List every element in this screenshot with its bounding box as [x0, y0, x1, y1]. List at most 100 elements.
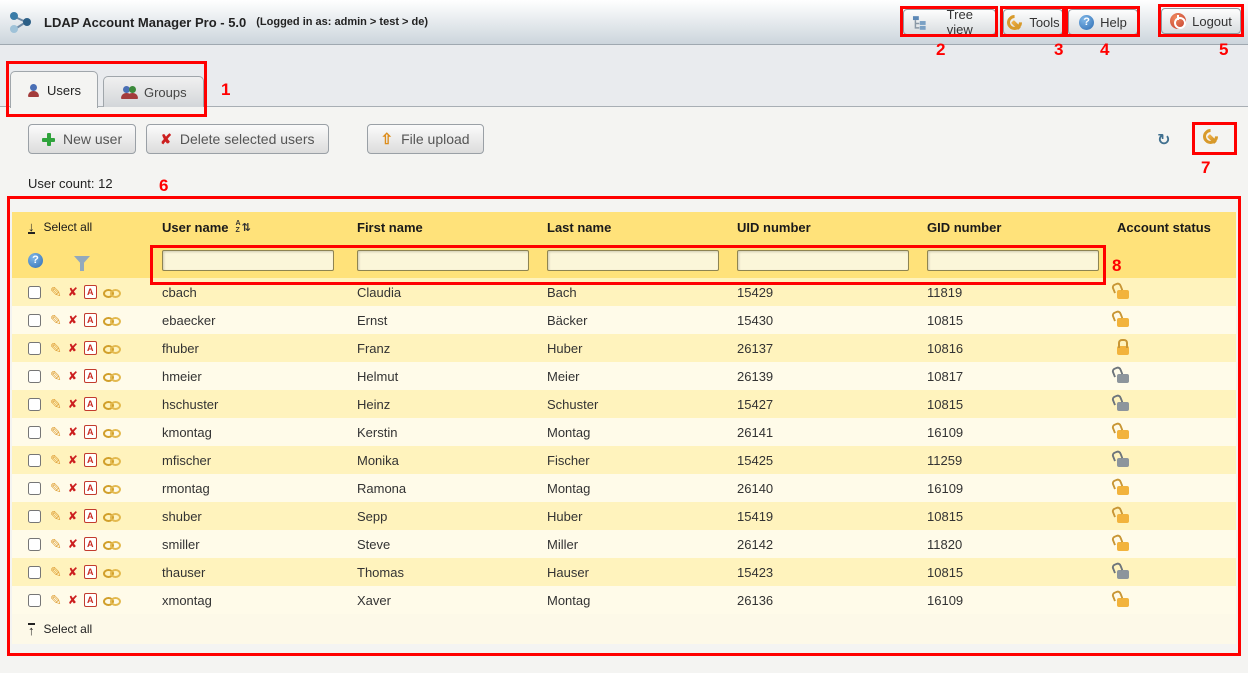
- delete-selected-users-button[interactable]: ✘ Delete selected users: [146, 124, 328, 154]
- pdf-export-icon[interactable]: A: [84, 593, 97, 607]
- change-password-icon[interactable]: [103, 371, 120, 382]
- row-select-checkbox[interactable]: [28, 538, 41, 551]
- row-select-checkbox[interactable]: [28, 342, 41, 355]
- pdf-export-icon[interactable]: A: [84, 369, 97, 383]
- file-upload-button[interactable]: ⇧ File upload: [367, 124, 484, 154]
- edit-user-icon[interactable]: ✎: [50, 565, 62, 579]
- edit-user-icon[interactable]: ✎: [50, 453, 62, 467]
- change-password-icon[interactable]: [103, 315, 120, 326]
- table-row[interactable]: ✎ ✘ A thauser Thomas Hauser 15423 10815: [12, 558, 1236, 586]
- account-status-unlocked-icon: [1117, 318, 1129, 327]
- change-password-icon[interactable]: [103, 539, 120, 550]
- edit-user-icon[interactable]: ✎: [50, 425, 62, 439]
- change-password-icon[interactable]: [103, 567, 120, 578]
- pdf-export-icon[interactable]: A: [84, 425, 97, 439]
- column-header-username[interactable]: User name ⇅: [150, 220, 345, 235]
- list-settings-wrench-icon[interactable]: [1202, 128, 1219, 145]
- row-select-checkbox[interactable]: [28, 454, 41, 467]
- column-header-gid[interactable]: GID number: [915, 220, 1105, 235]
- change-password-icon[interactable]: [103, 595, 120, 606]
- row-select-checkbox[interactable]: [28, 594, 41, 607]
- column-header-first-name[interactable]: First name: [345, 220, 535, 235]
- table-row[interactable]: ✎ ✘ A hmeier Helmut Meier 26139 10817: [12, 362, 1236, 390]
- pdf-export-icon[interactable]: A: [84, 285, 97, 299]
- logout-button[interactable]: Logout: [1161, 8, 1241, 34]
- pdf-export-icon[interactable]: A: [84, 397, 97, 411]
- delete-user-icon[interactable]: ✘: [68, 286, 78, 298]
- row-select-checkbox[interactable]: [28, 314, 41, 327]
- row-select-checkbox[interactable]: [28, 398, 41, 411]
- edit-user-icon[interactable]: ✎: [50, 509, 62, 523]
- delete-user-icon[interactable]: ✘: [68, 454, 78, 466]
- delete-user-icon[interactable]: ✘: [68, 510, 78, 522]
- table-row[interactable]: ✎ ✘ A rmontag Ramona Montag 26140 16109: [12, 474, 1236, 502]
- edit-user-icon[interactable]: ✎: [50, 341, 62, 355]
- change-password-icon[interactable]: [103, 455, 120, 466]
- table-row[interactable]: ✎ ✘ A hschuster Heinz Schuster 15427 108…: [12, 390, 1236, 418]
- edit-user-icon[interactable]: ✎: [50, 285, 62, 299]
- filter-first-name-input[interactable]: [357, 250, 529, 271]
- account-status-unlocked-icon: [1117, 430, 1129, 439]
- row-select-checkbox[interactable]: [28, 482, 41, 495]
- filter-username-input[interactable]: [162, 250, 334, 271]
- row-select-checkbox[interactable]: [28, 286, 41, 299]
- table-row[interactable]: ✎ ✘ A cbach Claudia Bach 15429 11819: [12, 278, 1236, 306]
- delete-user-icon[interactable]: ✘: [68, 538, 78, 550]
- delete-user-icon[interactable]: ✘: [68, 398, 78, 410]
- table-row[interactable]: ✎ ✘ A xmontag Xaver Montag 26136 16109: [12, 586, 1236, 614]
- delete-user-icon[interactable]: ✘: [68, 594, 78, 606]
- table-row[interactable]: ✎ ✘ A ebaecker Ernst Bäcker 15430 10815: [12, 306, 1236, 334]
- table-row[interactable]: ✎ ✘ A kmontag Kerstin Montag 26141 16109: [12, 418, 1236, 446]
- column-header-uid[interactable]: UID number: [725, 220, 915, 235]
- select-all-bottom[interactable]: ↑ Select all: [12, 614, 1236, 644]
- change-password-icon[interactable]: [103, 287, 120, 298]
- pdf-export-icon[interactable]: A: [84, 509, 97, 523]
- help-button[interactable]: ? Help: [1068, 9, 1138, 35]
- edit-user-icon[interactable]: ✎: [50, 313, 62, 327]
- change-password-icon[interactable]: [103, 399, 120, 410]
- edit-user-icon[interactable]: ✎: [50, 537, 62, 551]
- pdf-export-icon[interactable]: A: [84, 481, 97, 495]
- pdf-export-icon[interactable]: A: [84, 313, 97, 327]
- tools-button[interactable]: Tools: [1003, 9, 1063, 35]
- sort-icon[interactable]: ⇅: [235, 220, 250, 234]
- delete-user-icon[interactable]: ✘: [68, 370, 78, 382]
- delete-user-icon[interactable]: ✘: [68, 342, 78, 354]
- tab-groups[interactable]: Groups: [103, 76, 204, 107]
- row-select-checkbox[interactable]: [28, 370, 41, 383]
- row-select-checkbox[interactable]: [28, 566, 41, 579]
- row-select-checkbox[interactable]: [28, 510, 41, 523]
- delete-user-icon[interactable]: ✘: [68, 426, 78, 438]
- change-password-icon[interactable]: [103, 483, 120, 494]
- row-select-checkbox[interactable]: [28, 426, 41, 439]
- filter-last-name-input[interactable]: [547, 250, 719, 271]
- table-row[interactable]: ✎ ✘ A mfischer Monika Fischer 15425 1125…: [12, 446, 1236, 474]
- delete-user-icon[interactable]: ✘: [68, 482, 78, 494]
- tab-users[interactable]: Users: [10, 71, 98, 108]
- pdf-export-icon[interactable]: A: [84, 565, 97, 579]
- table-row[interactable]: ✎ ✘ A fhuber Franz Huber 26137 10816: [12, 334, 1236, 362]
- new-user-button[interactable]: New user: [28, 124, 136, 154]
- select-all-top[interactable]: ↓ Select all: [12, 220, 150, 234]
- change-password-icon[interactable]: [103, 427, 120, 438]
- edit-user-icon[interactable]: ✎: [50, 397, 62, 411]
- pdf-export-icon[interactable]: A: [84, 537, 97, 551]
- pdf-export-icon[interactable]: A: [84, 453, 97, 467]
- column-header-last-name[interactable]: Last name: [535, 220, 725, 235]
- filter-help-icon[interactable]: ?: [28, 253, 43, 268]
- table-row[interactable]: ✎ ✘ A shuber Sepp Huber 15419 10815: [12, 502, 1236, 530]
- delete-user-icon[interactable]: ✘: [68, 314, 78, 326]
- filter-funnel-icon[interactable]: [74, 256, 90, 265]
- delete-user-icon[interactable]: ✘: [68, 566, 78, 578]
- filter-uid-input[interactable]: [737, 250, 909, 271]
- pdf-export-icon[interactable]: A: [84, 341, 97, 355]
- refresh-icon[interactable]: ↻: [1157, 130, 1170, 150]
- edit-user-icon[interactable]: ✎: [50, 593, 62, 607]
- table-row[interactable]: ✎ ✘ A smiller Steve Miller 26142 11820: [12, 530, 1236, 558]
- edit-user-icon[interactable]: ✎: [50, 369, 62, 383]
- tree-view-button[interactable]: Tree view: [903, 9, 996, 35]
- change-password-icon[interactable]: [103, 343, 120, 354]
- change-password-icon[interactable]: [103, 511, 120, 522]
- edit-user-icon[interactable]: ✎: [50, 481, 62, 495]
- filter-gid-input[interactable]: [927, 250, 1099, 271]
